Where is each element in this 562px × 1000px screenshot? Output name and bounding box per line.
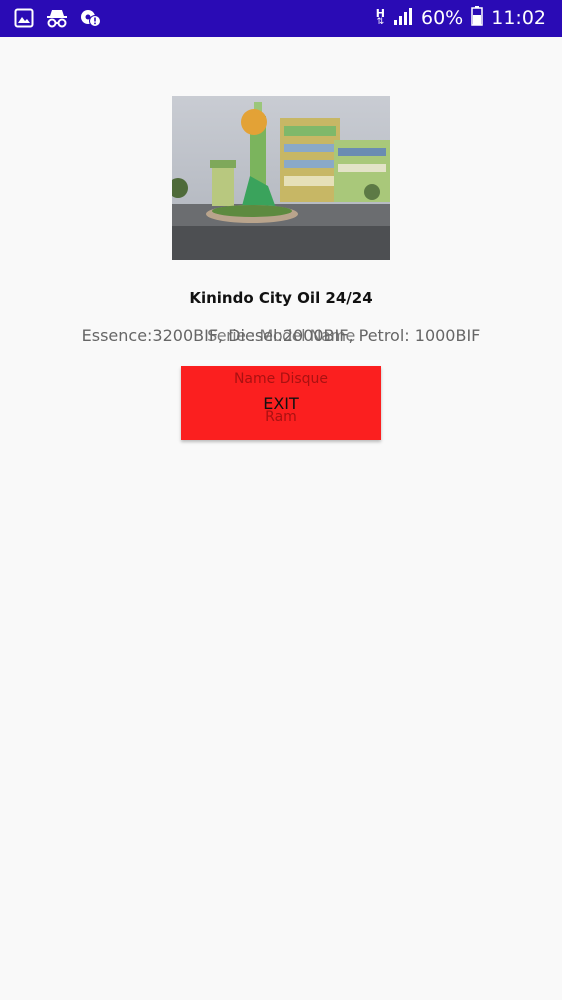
incognito-icon — [46, 8, 68, 32]
info-overlap: Essence:3200BIF, Diesel:2000BIF, Petrol:… — [0, 326, 562, 356]
signal-icon — [393, 6, 413, 30]
device-serie-info: Serie : Model Name — [207, 326, 355, 345]
exit-button[interactable]: Name Disque EXIT Ram — [181, 366, 381, 440]
station-name: Kinindo City Oil 24/24 — [189, 289, 373, 307]
clock: 11:02 — [491, 7, 546, 29]
gallery-icon — [14, 8, 34, 32]
settings-alert-icon — [80, 8, 102, 32]
status-bar: H ⇅ 60% 11:02 — [0, 0, 562, 37]
battery-percent: 60% — [421, 7, 464, 29]
ram-text: Ram — [265, 409, 297, 425]
disk-name-text: Name Disque — [233, 371, 329, 387]
station-photo — [172, 96, 390, 260]
network-type-indicator: H ⇅ — [375, 7, 385, 27]
battery-icon — [471, 6, 483, 30]
